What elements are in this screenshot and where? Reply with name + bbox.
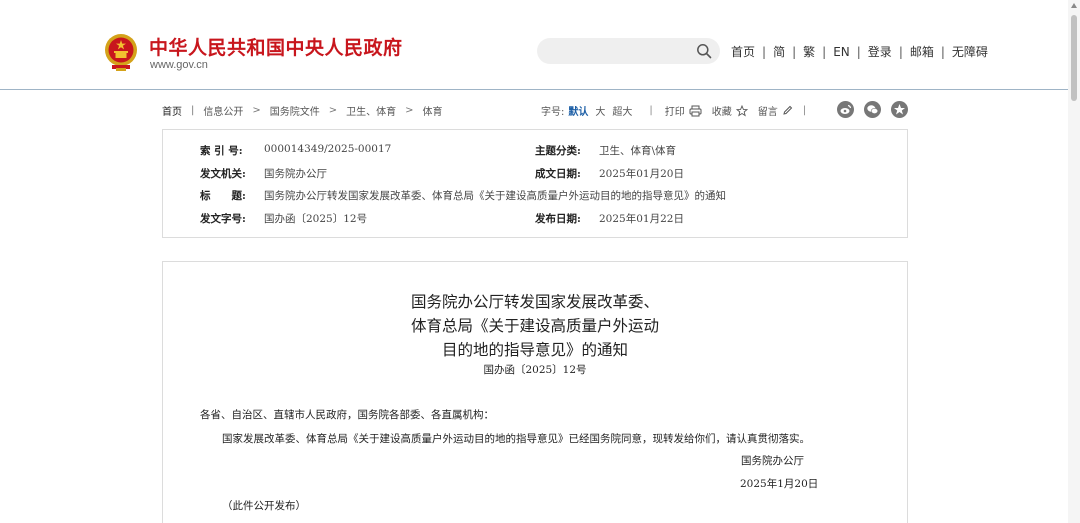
metadata-value: 国务院办公厅 <box>264 168 327 180</box>
search-box <box>537 38 720 64</box>
metadata-value: 2025年01月20日 <box>599 168 684 180</box>
nav-separator: | <box>762 44 767 59</box>
document-title: 国务院办公厅转发国家发展改革委、 体育总局《关于建设高质量户外运动 目的地的指导… <box>162 290 908 362</box>
metadata-value: 国办函〔2025〕12号 <box>264 213 368 225</box>
nav-traditional[interactable]: 繁 <box>803 43 815 60</box>
metadata-value: 卫生、体育\体育 <box>599 145 677 157</box>
nav-separator: | <box>940 44 945 59</box>
nav-separator: | <box>792 44 797 59</box>
font-size-label: 字号: <box>541 107 565 118</box>
font-size-default[interactable]: 默认 <box>568 103 588 118</box>
metadata-publish-date: 发布日期: 2025年01月22日 <box>535 211 684 226</box>
document-title-line: 体育总局《关于建设高质量户外运动 <box>410 317 659 335</box>
metadata-label: 发文机关: <box>200 168 246 180</box>
nav-login[interactable]: 登录 <box>868 43 892 60</box>
qzone-glyph-icon <box>894 104 905 115</box>
nav-mail[interactable]: 邮箱 <box>910 43 934 60</box>
nav-separator: | <box>898 44 903 59</box>
breadcrumb-home[interactable]: 首页 <box>162 103 182 118</box>
favorite-label: 收藏 <box>711 107 732 118</box>
metadata-label: 发文字号: <box>200 213 246 225</box>
document-number: 国办函〔2025〕12号 <box>483 364 587 376</box>
scrollbar-thumb[interactable] <box>1071 15 1077 101</box>
printer-icon <box>689 105 702 116</box>
breadcrumb-info-public[interactable]: 信息公开 <box>203 103 243 118</box>
search-input[interactable] <box>551 42 691 60</box>
breadcrumb-health-sports[interactable]: 卫生、体育 <box>346 103 396 118</box>
document-body-paragraph: 国家发展改革委、体育总局《关于建设高质量户外运动目的地的指导意见》已经国务院同意… <box>222 433 810 445</box>
nav-home[interactable]: 首页 <box>731 43 755 60</box>
metadata-doc-no: 发文字号: 国办函〔2025〕12号 <box>200 211 367 226</box>
weibo-icon[interactable] <box>837 101 854 118</box>
chevron-right-icon: > <box>405 105 414 116</box>
document-publish-note: （此件公开发布） <box>222 500 306 512</box>
nav-separator: | <box>856 44 861 59</box>
wechat-glyph-icon <box>867 105 879 115</box>
comment-button[interactable]: 留言 <box>758 103 793 118</box>
breadcrumb-sports[interactable]: 体育 <box>423 103 443 118</box>
print-button[interactable]: 打印 <box>665 103 702 118</box>
qzone-icon[interactable] <box>891 101 908 118</box>
chevron-right-icon: > <box>328 105 338 116</box>
page-tools: 字号: 默认 大 超大 | 打印 收藏 留言 | <box>541 103 818 118</box>
pencil-icon <box>783 105 792 115</box>
breadcrumb: 首页 | 信息公开 > 国务院文件 > 卫生、体育 > 体育 <box>162 103 443 118</box>
metadata-written-date: 成文日期: 2025年01月20日 <box>535 166 684 181</box>
metadata-value: 000014349/2025-00017 <box>264 143 392 155</box>
scroll-up-icon[interactable] <box>1071 3 1077 8</box>
metadata-value: 2025年01月22日 <box>599 213 684 225</box>
document-signatory: 国务院办公厅 <box>741 455 804 467</box>
site-header: 中华人民共和国中央人民政府 www.gov.cn 首页 | 简 | 繁 | EN… <box>0 0 1080 90</box>
document-salutation: 各省、自治区、直辖市人民政府，国务院各部委、各直属机构： <box>200 409 494 421</box>
metadata-title: 标 题: 国务院办公厅转发国家发展改革委、体育总局《关于建设高质量户外运动目的地… <box>200 188 726 203</box>
nav-accessibility[interactable]: 无障碍 <box>952 43 988 60</box>
tools-separator: | <box>649 105 653 116</box>
document-title-line: 目的地的指导意见》的通知 <box>441 341 628 359</box>
metadata-index-no: 索 引 号: 000014349/2025-00017 <box>200 143 391 158</box>
document-title-line: 国务院办公厅转发国家发展改革委、 <box>410 293 659 311</box>
search-icon[interactable] <box>696 43 712 59</box>
favorite-button[interactable]: 收藏 <box>712 103 748 118</box>
chevron-right-icon: > <box>252 105 261 116</box>
site-url[interactable]: www.gov.cn <box>150 59 208 71</box>
national-emblem-icon[interactable] <box>103 32 139 72</box>
wechat-icon[interactable] <box>864 101 881 118</box>
metadata-label: 标 题: <box>200 190 246 202</box>
metadata-label: 发布日期: <box>535 213 581 225</box>
metadata-label: 成文日期: <box>535 168 581 180</box>
page-scrollbar[interactable] <box>1068 0 1080 523</box>
font-size-xlarge[interactable]: 超大 <box>612 103 632 118</box>
metadata-label: 索 引 号: <box>200 145 243 157</box>
breadcrumb-state-council-docs[interactable]: 国务院文件 <box>270 103 320 118</box>
site-title[interactable]: 中华人民共和国中央人民政府 <box>149 33 403 60</box>
nav-separator: | <box>822 44 827 59</box>
print-label: 打印 <box>664 107 685 118</box>
weibo-glyph-icon <box>840 104 852 114</box>
metadata-issuer: 发文机关: 国务院办公厅 <box>200 166 327 181</box>
font-size-large[interactable]: 大 <box>595 103 605 118</box>
document-sign-date: 2025年1月20日 <box>740 478 819 490</box>
comment-label: 留言 <box>757 107 778 118</box>
metadata-topic: 主题分类: 卫生、体育\体育 <box>535 143 676 158</box>
top-nav: 首页 | 简 | 繁 | EN | 登录 | 邮箱 | 无障碍 <box>731 43 988 60</box>
tools-separator: | <box>802 105 807 116</box>
nav-english[interactable]: EN <box>833 45 850 59</box>
nav-simplified[interactable]: 简 <box>773 43 785 60</box>
star-icon <box>735 104 748 116</box>
metadata-label: 主题分类: <box>535 145 581 157</box>
breadcrumb-separator: | <box>191 105 195 116</box>
metadata-value: 国务院办公厅转发国家发展改革委、体育总局《关于建设高质量户外运动目的地的指导意见… <box>264 190 726 202</box>
